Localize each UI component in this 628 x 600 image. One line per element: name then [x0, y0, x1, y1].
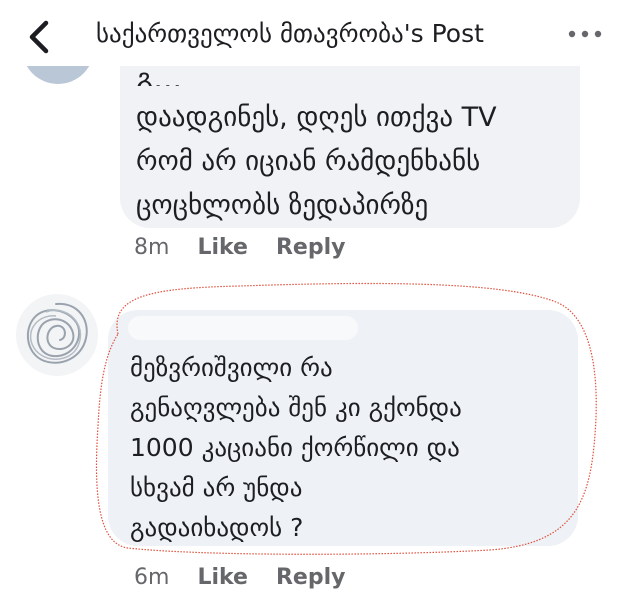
comment-time: 8m [134, 235, 170, 260]
author-name-redacted [128, 316, 358, 340]
more-button[interactable] [566, 26, 606, 42]
post-header: საქართველოს მთავრობა's Post [0, 0, 628, 66]
comment-meta: 6m Like Reply [134, 564, 345, 592]
comment-line: მეზვრიშვილი რა [130, 353, 333, 382]
comment-thread: გ... დაადგინეს, დღეს ითქვა TV რომ არ იცი… [0, 66, 628, 600]
comment-line: რომ არ იციან რამდენხანს [136, 146, 481, 177]
comment-line: გენაღვლება შენ კი გქონდა [130, 393, 462, 422]
reply-button[interactable]: Reply [276, 235, 346, 260]
comment-time: 6m [134, 565, 170, 590]
comment-line: დაადგინეს, დღეს ითქვა TV [136, 102, 497, 133]
back-button[interactable] [26, 20, 54, 54]
comment-line: 1000 კაციანი ქორწილი და [130, 433, 460, 462]
comment-line: გადაიხადოს ? [130, 513, 304, 542]
comment-meta: 8m Like Reply [134, 234, 345, 262]
scribble-redaction [26, 302, 88, 364]
avatar[interactable] [16, 294, 98, 376]
more-horizontal-icon [568, 30, 602, 38]
post-title: საქართველოს მთავრობა's Post [96, 19, 484, 48]
comment-line: ცოცხლობს ზედაპირზე [136, 190, 429, 221]
reply-button[interactable]: Reply [276, 565, 346, 590]
like-button[interactable]: Like [197, 565, 248, 590]
like-button[interactable]: Like [197, 235, 248, 260]
comment-text-cut: გ... [136, 66, 183, 86]
comment-line: სხვამ არ უნდა [130, 473, 303, 502]
chevron-left-icon [29, 20, 49, 54]
avatar[interactable] [22, 66, 94, 84]
